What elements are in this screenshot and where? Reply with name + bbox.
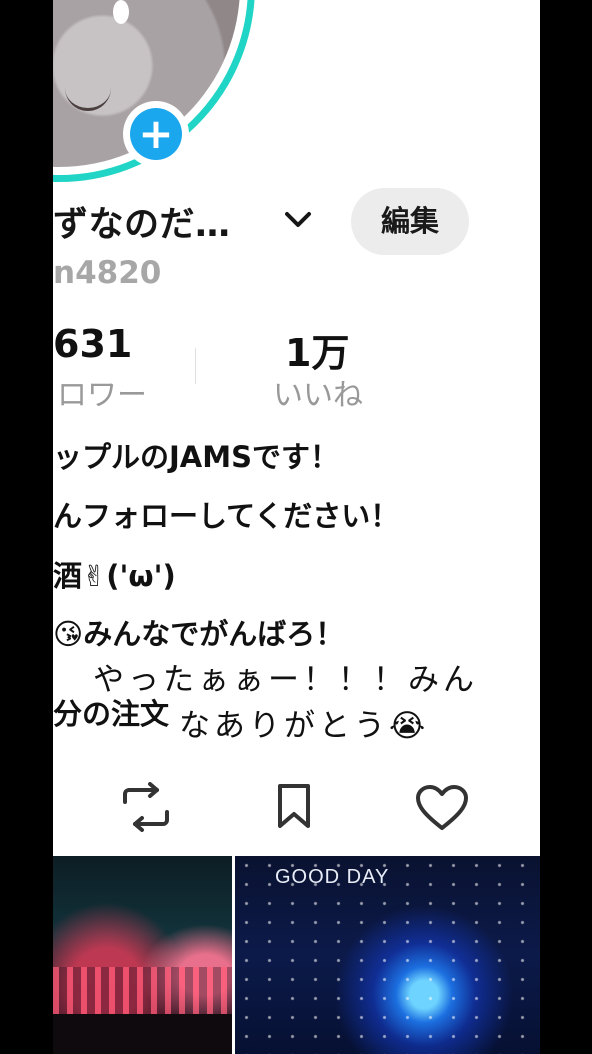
video-thumbnail[interactable]: GOOD DAY [235,856,540,1054]
followers-count[interactable]: 631 [53,322,132,366]
overlay-caption-line: やったぁぁー！！！みん [93,662,478,698]
stats-divider [195,348,196,384]
video-thumbnail[interactable] [53,856,232,1054]
crowd-shadow [53,1014,232,1054]
display-name: ずなのだ… [53,205,231,245]
profile-screen: + ずなのだ… 編集 n4820 631 ロワー 1万 いいね ップルのJAMS… [53,0,540,1054]
bio-line: ップルのJAMSです！ [53,440,339,474]
thumbnail-caption: GOOD DAY [275,866,390,888]
crowd-lights [53,966,232,1015]
repost-icon[interactable] [119,782,173,832]
bookmark-icon[interactable] [274,782,314,830]
bio-line: んフォローしてください！ [53,499,400,533]
followers-label[interactable]: ロワー [57,370,147,414]
overlay-caption-line: なありがとう😭 [179,708,430,744]
avatar-sparkle [113,0,129,24]
likes-label[interactable]: いいね [273,370,363,414]
heart-icon[interactable] [414,784,470,832]
bio-line: 😘みんなでがんばろ！ [53,617,345,651]
add-story-button[interactable]: + [123,101,189,167]
likes-count[interactable]: 1万 [285,322,349,377]
edit-profile-button[interactable]: 編集 [351,188,469,255]
user-handle: n4820 [53,255,162,291]
plus-icon: + [130,108,182,160]
chevron-down-icon[interactable] [281,203,315,237]
bio-line: 酒✌('ω') [53,559,176,593]
